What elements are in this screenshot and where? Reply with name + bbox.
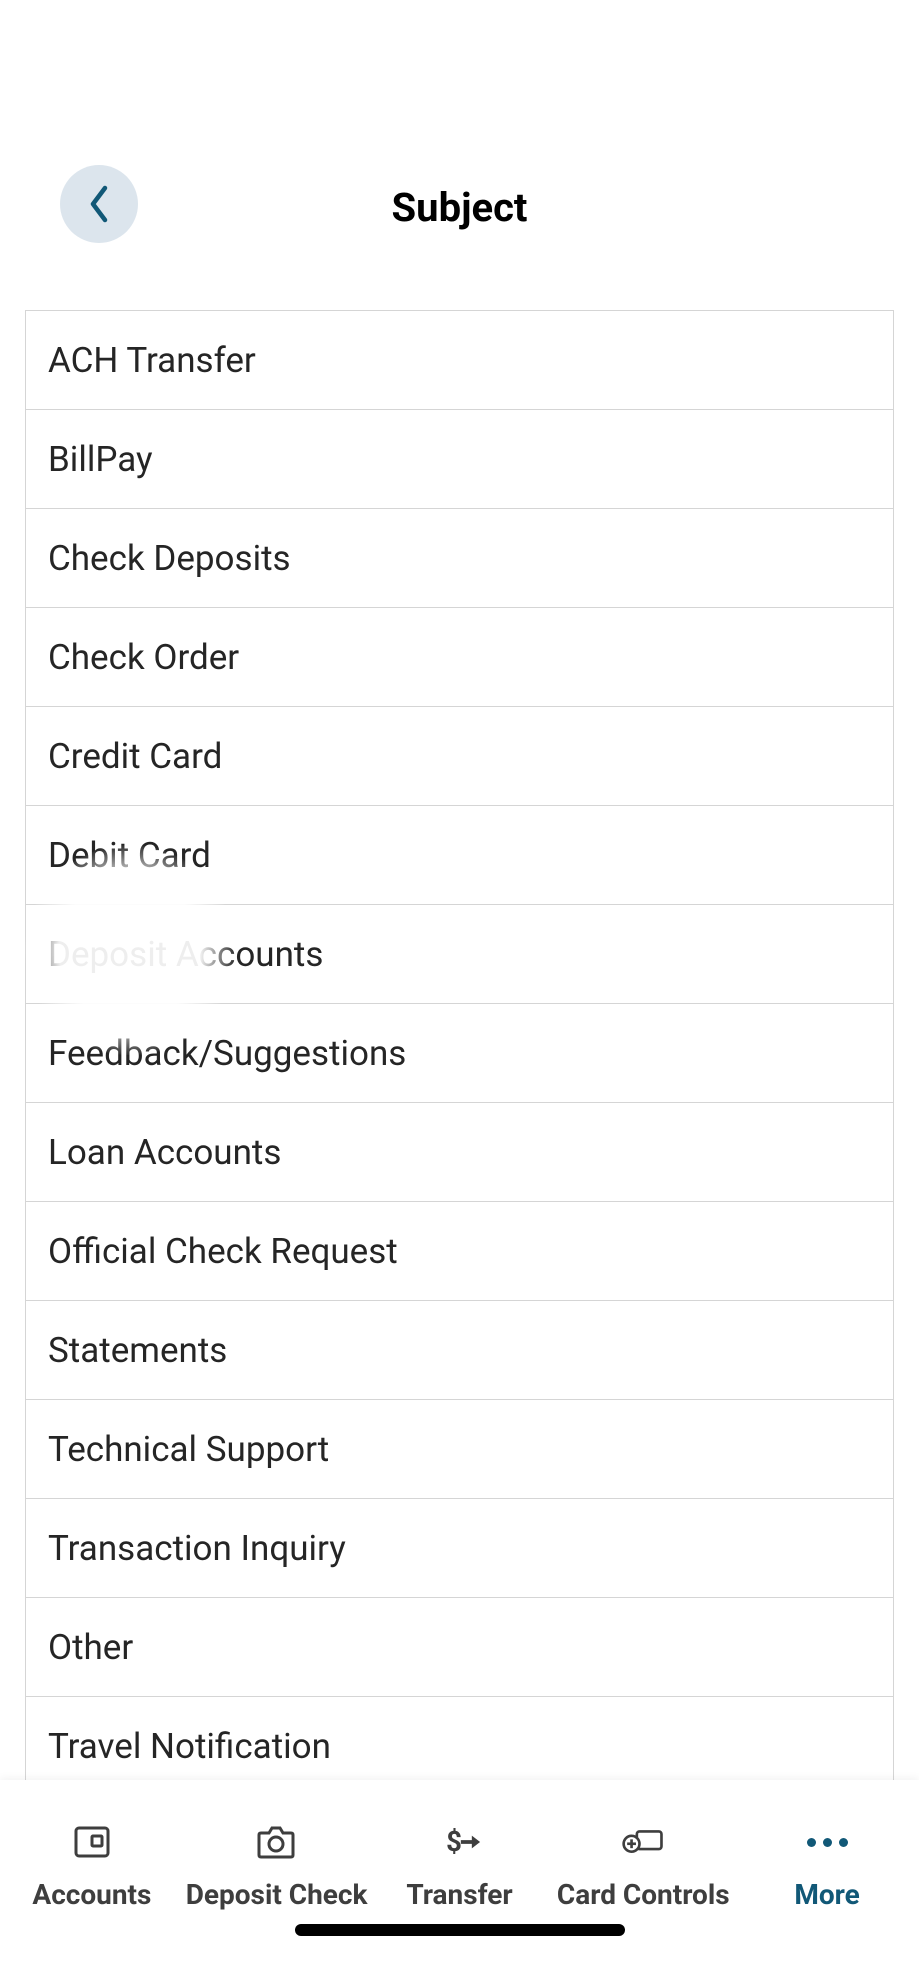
- list-item-label: Feedback/Suggestions: [48, 1033, 406, 1074]
- list-item[interactable]: Travel Notification: [26, 1697, 893, 1780]
- list-item[interactable]: ACH Transfer: [26, 311, 893, 410]
- list-item-label: Travel Notification: [48, 1726, 331, 1767]
- chevron-left-icon: [84, 184, 114, 224]
- list-item[interactable]: Feedback/Suggestions: [26, 1004, 893, 1103]
- list-item[interactable]: Other: [26, 1598, 893, 1697]
- subject-list: ACH Transfer BillPay Check Deposits Chec…: [25, 310, 894, 1780]
- list-item-label: Official Check Request: [48, 1231, 398, 1272]
- tab-label: Transfer: [406, 1878, 512, 1911]
- list-item-label: Check Deposits: [48, 538, 291, 579]
- accounts-icon: [70, 1820, 114, 1864]
- card-controls-icon: [621, 1820, 665, 1864]
- list-item[interactable]: Check Deposits: [26, 509, 893, 608]
- list-item[interactable]: Loan Accounts: [26, 1103, 893, 1202]
- tab-label: Accounts: [32, 1878, 151, 1911]
- list-item-label: Other: [48, 1627, 133, 1668]
- page-title: Subject: [392, 184, 528, 231]
- list-item[interactable]: Statements: [26, 1301, 893, 1400]
- list-item[interactable]: Deposit Accounts: [26, 905, 893, 1004]
- more-icon: [807, 1820, 848, 1864]
- home-indicator[interactable]: [295, 1924, 625, 1936]
- list-item-label: Loan Accounts: [48, 1132, 281, 1173]
- tab-more[interactable]: More: [735, 1820, 919, 1911]
- tab-accounts[interactable]: Accounts: [0, 1820, 184, 1911]
- list-item-label: Credit Card: [48, 736, 222, 777]
- list-item[interactable]: Technical Support: [26, 1400, 893, 1499]
- list-item-label: Statements: [48, 1330, 227, 1371]
- list-item-label: ACH Transfer: [48, 340, 256, 381]
- tab-label: More: [794, 1878, 859, 1911]
- camera-icon: [254, 1820, 298, 1864]
- list-item-label: Transaction Inquiry: [48, 1528, 346, 1569]
- list-item-label: Debit Card: [48, 835, 211, 876]
- list-item[interactable]: Credit Card: [26, 707, 893, 806]
- list-item-label: BillPay: [48, 439, 153, 480]
- tab-transfer[interactable]: $ Transfer: [368, 1820, 552, 1911]
- list-item[interactable]: Debit Card: [26, 806, 893, 905]
- header: Subject: [0, 0, 919, 260]
- tab-bar: Accounts Deposit Check $ Transfer: [0, 1780, 919, 1980]
- tab-deposit-check[interactable]: Deposit Check: [184, 1820, 368, 1911]
- svg-text:$: $: [447, 1825, 463, 1858]
- tab-card-controls[interactable]: Card Controls: [551, 1820, 735, 1911]
- back-button[interactable]: [60, 165, 138, 243]
- list-item[interactable]: Official Check Request: [26, 1202, 893, 1301]
- transfer-icon: $: [437, 1820, 481, 1864]
- tab-label: Deposit Check: [186, 1878, 366, 1911]
- content-area: ACH Transfer BillPay Check Deposits Chec…: [25, 310, 894, 1780]
- list-item-label: Deposit Accounts: [48, 934, 323, 975]
- list-item-label: Technical Support: [48, 1429, 329, 1470]
- list-item-label: Check Order: [48, 637, 239, 678]
- list-item[interactable]: BillPay: [26, 410, 893, 509]
- list-item[interactable]: Check Order: [26, 608, 893, 707]
- tab-label: Card Controls: [557, 1878, 730, 1911]
- list-item[interactable]: Transaction Inquiry: [26, 1499, 893, 1598]
